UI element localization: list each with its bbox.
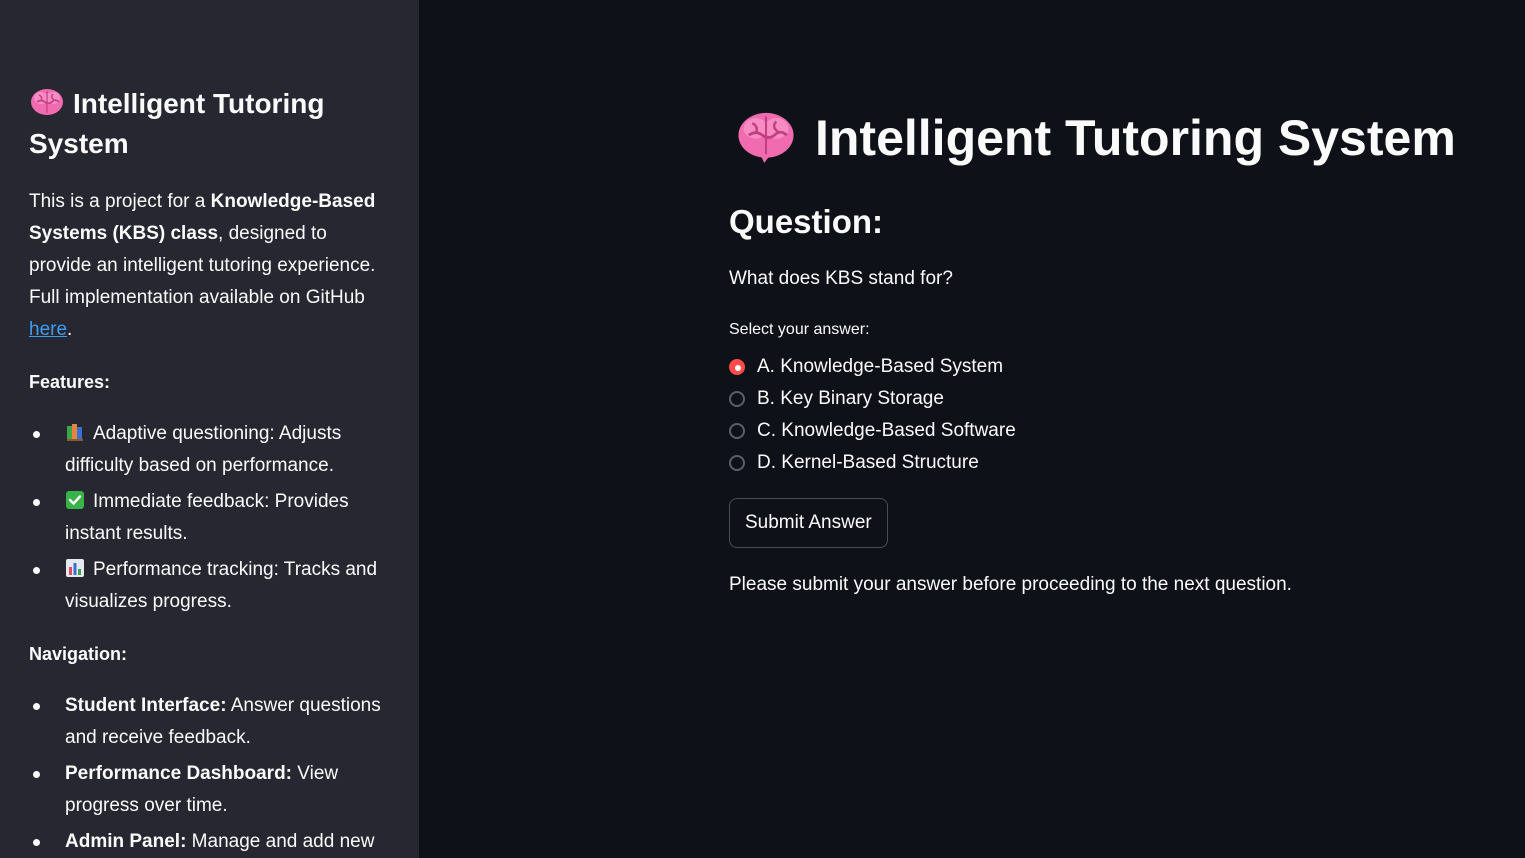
app-window: Intelligent Tutoring System This is a pr…: [0, 0, 1525, 858]
answer-select-label: Select your answer:: [729, 321, 870, 338]
radio-option-label: C. Knowledge-Based Software: [757, 420, 1016, 441]
features-heading: Features:: [29, 372, 111, 392]
radio-option-label: D. Kernel-Based Structure: [757, 452, 979, 473]
bullet: [33, 567, 40, 574]
nav-item-title: Student Interface:: [65, 695, 227, 716]
main-content: Intelligent Tutoring System Question: Wh…: [419, 0, 1525, 858]
books-icon: [65, 421, 85, 441]
brain-icon: [735, 109, 797, 182]
radio-option-d[interactable]: D. Kernel-Based Structure: [729, 447, 1016, 479]
nav-item-title: Admin Panel:: [65, 831, 187, 852]
radio-button[interactable]: [729, 423, 745, 439]
feature-text: Immediate feedback: Provides instant res…: [65, 491, 349, 544]
check-mark-icon: [65, 489, 85, 509]
sidebar-title: Intelligent Tutoring System: [29, 86, 389, 162]
answer-radio-group: A. Knowledge-Based System B. Key Binary …: [729, 351, 1016, 479]
list-item: Admin Panel: Manage and add new question…: [33, 826, 389, 858]
page-title: Intelligent Tutoring System: [735, 104, 1456, 182]
navigation-heading: Navigation:: [29, 644, 128, 664]
list-item: Performance Dashboard: View progress ove…: [33, 758, 389, 822]
bullet: [33, 771, 40, 778]
radio-button-selected[interactable]: [729, 359, 745, 375]
github-link[interactable]: here: [29, 319, 67, 340]
submit-notice: Please submit your answer before proceed…: [729, 574, 1292, 595]
sidebar-description: This is a project for a Knowledge-Based …: [29, 186, 389, 346]
question-heading: Question:: [729, 203, 883, 240]
description-intro: This is a project for a: [29, 191, 211, 212]
feature-text: Adaptive questioning: Adjusts difficulty…: [65, 423, 342, 476]
list-item: Immediate feedback: Provides instant res…: [33, 486, 389, 550]
radio-button[interactable]: [729, 391, 745, 407]
radio-option-a[interactable]: A. Knowledge-Based System: [729, 351, 1016, 383]
sidebar: Intelligent Tutoring System This is a pr…: [0, 0, 419, 858]
submit-answer-button[interactable]: Submit Answer: [729, 498, 888, 548]
description-end: .: [67, 319, 73, 340]
nav-item-title: Performance Dashboard:: [65, 763, 293, 784]
radio-option-b[interactable]: B. Key Binary Storage: [729, 383, 1016, 415]
feature-text: Performance tracking: Tracks and visuali…: [65, 559, 378, 612]
page-title-text: Intelligent Tutoring System: [815, 110, 1456, 166]
question-text: What does KBS stand for?: [729, 268, 953, 289]
navigation-list: Student Interface: Answer questions and …: [29, 690, 389, 858]
sidebar-title-text: Intelligent Tutoring System: [29, 88, 325, 159]
bullet: [33, 431, 40, 438]
radio-button[interactable]: [729, 455, 745, 471]
list-item: Performance tracking: Tracks and visuali…: [33, 554, 389, 618]
brain-icon: [29, 87, 65, 126]
list-item: Student Interface: Answer questions and …: [33, 690, 389, 754]
radio-option-label: B. Key Binary Storage: [757, 388, 944, 409]
bullet: [33, 703, 40, 710]
bullet: [33, 839, 40, 846]
bullet: [33, 499, 40, 506]
list-item: Adaptive questioning: Adjusts difficulty…: [33, 418, 389, 482]
bar-chart-icon: [65, 557, 85, 577]
radio-option-label: A. Knowledge-Based System: [757, 356, 1004, 377]
features-list: Adaptive questioning: Adjusts difficulty…: [29, 418, 389, 618]
radio-option-c[interactable]: C. Knowledge-Based Software: [729, 415, 1016, 447]
